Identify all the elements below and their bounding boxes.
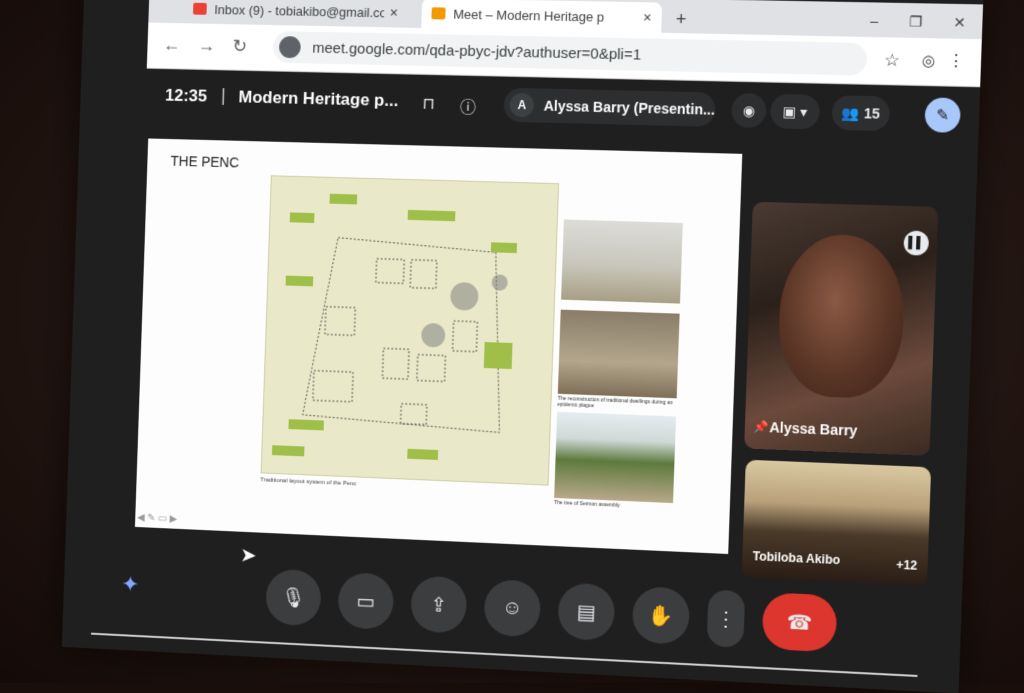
more-vert-icon: ⋮ xyxy=(715,607,737,631)
raise-hand-button[interactable]: ✋ xyxy=(631,585,691,646)
browser-menu-icon[interactable]: ⋮ xyxy=(947,51,964,72)
plan-caption: Traditional layout system of the Penc xyxy=(260,477,357,488)
participant-tile-alyssa[interactable]: ▌▌ 📌 Alyssa Barry xyxy=(744,201,939,456)
back-icon[interactable]: ← xyxy=(163,35,181,56)
bookmark-star-icon[interactable]: ☆ xyxy=(884,51,900,72)
meet-icon xyxy=(431,7,446,20)
plan-label xyxy=(288,419,325,431)
tab-label: Meet – Modern Heritage p xyxy=(453,6,605,25)
crowd-photo-image xyxy=(557,309,680,399)
participant-tile-tobiloba[interactable]: Tobiloba Akibo +12 xyxy=(741,459,932,586)
restore-button[interactable]: ❐ xyxy=(909,13,923,31)
reactions-button[interactable]: ☺ xyxy=(483,578,542,638)
site-info-icon[interactable] xyxy=(278,36,301,59)
gmail-icon xyxy=(192,2,207,15)
hand-icon: ✋ xyxy=(647,604,674,628)
site-plan-drawing xyxy=(260,175,560,486)
participant-name: Tobiloba Akibo xyxy=(752,549,841,568)
participant-video xyxy=(776,232,907,400)
microphone-button[interactable]: 🎙 xyxy=(265,568,322,627)
meeting-clock: 12:35 xyxy=(164,85,208,106)
gemini-icon[interactable]: ✦ xyxy=(121,571,140,597)
presenter-chip[interactable]: A Alyssa Barry (Presentin... xyxy=(503,87,716,127)
pin-icon[interactable]: 📌 xyxy=(753,419,769,434)
tree-photo-image xyxy=(554,411,677,504)
close-window-button[interactable]: ✕ xyxy=(953,14,966,32)
door-icon[interactable]: ⊓ xyxy=(422,94,435,114)
camera-icon: ▭ xyxy=(356,590,376,613)
people-icon: 👥 xyxy=(841,104,865,121)
omnibox[interactable]: meet.google.com/qda-pbyc-jdv?authuser=0&… xyxy=(272,30,868,76)
projected-screen: Inbox (9) - tobiakibo@gmail.co × Meet – … xyxy=(61,0,984,693)
info-icon[interactable]: ⓘ xyxy=(460,94,477,118)
plan-label xyxy=(289,212,315,224)
forward-icon[interactable]: → xyxy=(197,35,215,56)
window-controls: – ❐ ✕ xyxy=(870,13,966,32)
meeting-title: Modern Heritage p... xyxy=(238,87,399,111)
more-options-button[interactable]: ⋮ xyxy=(706,589,746,648)
close-tab-icon[interactable]: × xyxy=(390,5,399,21)
tab-label: Inbox (9) - tobiakibo@gmail.co xyxy=(214,1,385,20)
present-button[interactable]: ⇪ xyxy=(410,575,468,634)
present-icon: ⇪ xyxy=(430,593,448,617)
speaking-indicator-icon: ▌▌ xyxy=(903,230,930,256)
close-tab-icon[interactable]: × xyxy=(643,9,652,25)
account-icon[interactable]: ◎ xyxy=(921,51,935,70)
participant-name: Alyssa Barry xyxy=(769,419,858,439)
new-tab-button[interactable]: + xyxy=(675,9,686,30)
camera-button[interactable]: ▭ xyxy=(337,571,395,631)
leave-call-button[interactable]: ☎ xyxy=(761,592,838,653)
participant-count: 15 xyxy=(863,105,881,122)
magic-pen-icon[interactable]: ✎ xyxy=(924,97,961,133)
record-icon[interactable]: ◉ xyxy=(730,92,767,129)
reload-icon[interactable]: ↻ xyxy=(232,36,247,57)
slide-nav-icons[interactable]: ◀ ✎ ▭ ▶ xyxy=(137,512,177,525)
plan-label xyxy=(407,209,456,222)
captions-button[interactable]: ▤ xyxy=(557,582,616,642)
emoji-icon: ☺ xyxy=(501,596,523,620)
captions-icon: ▤ xyxy=(576,600,597,624)
plan-label xyxy=(490,242,518,254)
plan-label xyxy=(407,448,439,461)
present-options-icon[interactable]: ▣ ▾ xyxy=(769,93,821,130)
plan-label xyxy=(483,342,513,370)
people-button[interactable]: 👥 15 xyxy=(831,95,891,132)
minimize-button[interactable]: – xyxy=(870,13,879,30)
presenter-label: Alyssa Barry (Presentin... xyxy=(543,97,716,118)
plan-label xyxy=(285,275,314,287)
plan-label xyxy=(329,193,358,205)
microphone-icon: 🎙 xyxy=(280,586,307,610)
more-participants-badge[interactable]: +12 xyxy=(896,558,918,573)
village-sketch-image xyxy=(561,219,683,304)
phone-hangup-icon: ☎ xyxy=(786,610,813,635)
plan-label xyxy=(271,445,305,457)
header-separator: | xyxy=(220,85,227,105)
mouse-cursor: ➤ xyxy=(239,544,257,568)
url-text: meet.google.com/qda-pbyc-jdv?authuser=0&… xyxy=(312,39,642,64)
photo-caption: The reconstruction of traditional dwelli… xyxy=(557,395,673,410)
presenter-avatar: A xyxy=(509,92,535,118)
presented-slide: THE PENC Traditional layout system of th… xyxy=(134,138,743,555)
slide-title: THE PENC xyxy=(170,152,240,171)
call-controls: 🎙 ▭ ⇪ ☺ ▤ ✋ ⋮ ☎ xyxy=(265,568,838,653)
